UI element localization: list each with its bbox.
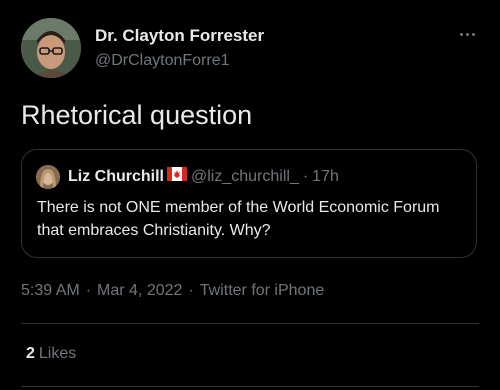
tweet-date[interactable]: Mar 4, 2022 — [97, 282, 182, 299]
canada-flag-icon — [167, 167, 187, 186]
quoted-header: Liz Churchill @liz_churchill_ · 17h — [68, 167, 339, 186]
tweet-time[interactable]: 5:39 AM — [21, 282, 80, 299]
divider — [21, 386, 479, 387]
author-name[interactable]: Dr. Clayton Forrester — [95, 26, 264, 46]
quoted-avatar — [36, 165, 60, 189]
author-handle[interactable]: @DrClaytonForre1 — [95, 52, 230, 70]
avatar-image — [21, 18, 81, 78]
avatar[interactable] — [21, 18, 81, 78]
likes-stat[interactable]: 2 Likes — [26, 345, 76, 363]
likes-count: 2 — [26, 345, 35, 362]
quoted-timestamp: 17h — [312, 167, 339, 185]
quoted-tweet[interactable]: Liz Churchill @liz_churchill_ · 17h Ther… — [21, 149, 477, 258]
tweet-text: Rhetorical question — [21, 100, 253, 130]
more-options-icon[interactable] — [455, 26, 479, 42]
tweet-meta: 5:39 AM · Mar 4, 2022 · Twitter for iPhone — [21, 282, 324, 300]
quoted-author-handle: @liz_churchill_ — [191, 167, 299, 185]
quoted-tweet-text: There is not ONE member of the World Eco… — [37, 199, 440, 239]
quoted-separator: · — [302, 167, 309, 185]
meta-separator: · — [85, 282, 92, 299]
likes-label: Likes — [38, 345, 77, 362]
divider — [21, 323, 479, 324]
tweet-source[interactable]: Twitter for iPhone — [200, 282, 325, 299]
tweet-detail: Dr. Clayton Forrester @DrClaytonForre1 R… — [0, 0, 500, 390]
meta-separator: · — [188, 282, 194, 299]
quoted-author-name: Liz Churchill — [68, 167, 164, 185]
